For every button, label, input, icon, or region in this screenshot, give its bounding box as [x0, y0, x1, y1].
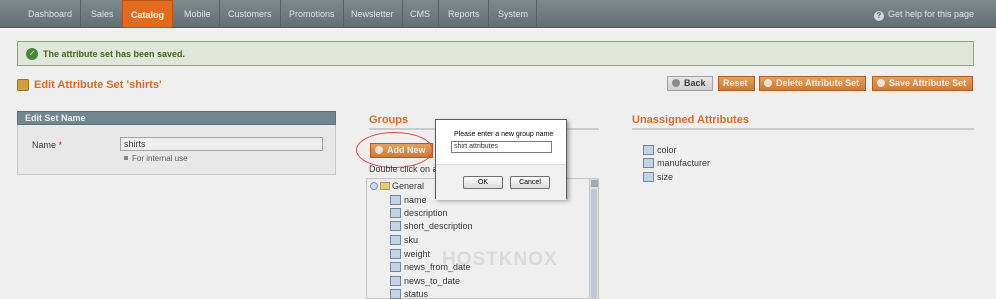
nav-cms[interactable]: CMS: [402, 0, 439, 28]
top-navigation: Dashboard Sales Catalog Mobile Customers…: [0, 0, 996, 28]
nav-newsletter[interactable]: Newsletter: [343, 0, 403, 28]
nav-mobile[interactable]: Mobile: [176, 0, 220, 28]
nav-promotions[interactable]: Promotions: [281, 0, 344, 28]
nav-customers[interactable]: Customers: [220, 0, 281, 28]
nav-system[interactable]: System: [490, 0, 538, 28]
nav-sales[interactable]: Sales: [83, 0, 123, 28]
new-group-dialog: Please enter a new group name shirt attr…: [435, 119, 567, 200]
help-link[interactable]: ? Get help for this page: [873, 0, 974, 28]
help-icon: ?: [873, 11, 884, 21]
ok-button[interactable]: OK: [463, 176, 503, 189]
help-label: Get help for this page: [887, 9, 974, 19]
cancel-button[interactable]: Cancel: [510, 176, 550, 189]
nav-dashboard[interactable]: Dashboard: [20, 0, 82, 28]
dialog-prompt: Please enter a new group name: [454, 131, 554, 138]
group-name-input[interactable]: shirt attributes: [451, 141, 552, 153]
nav-catalog[interactable]: Catalog: [122, 0, 174, 28]
nav-reports[interactable]: Reports: [440, 0, 489, 28]
